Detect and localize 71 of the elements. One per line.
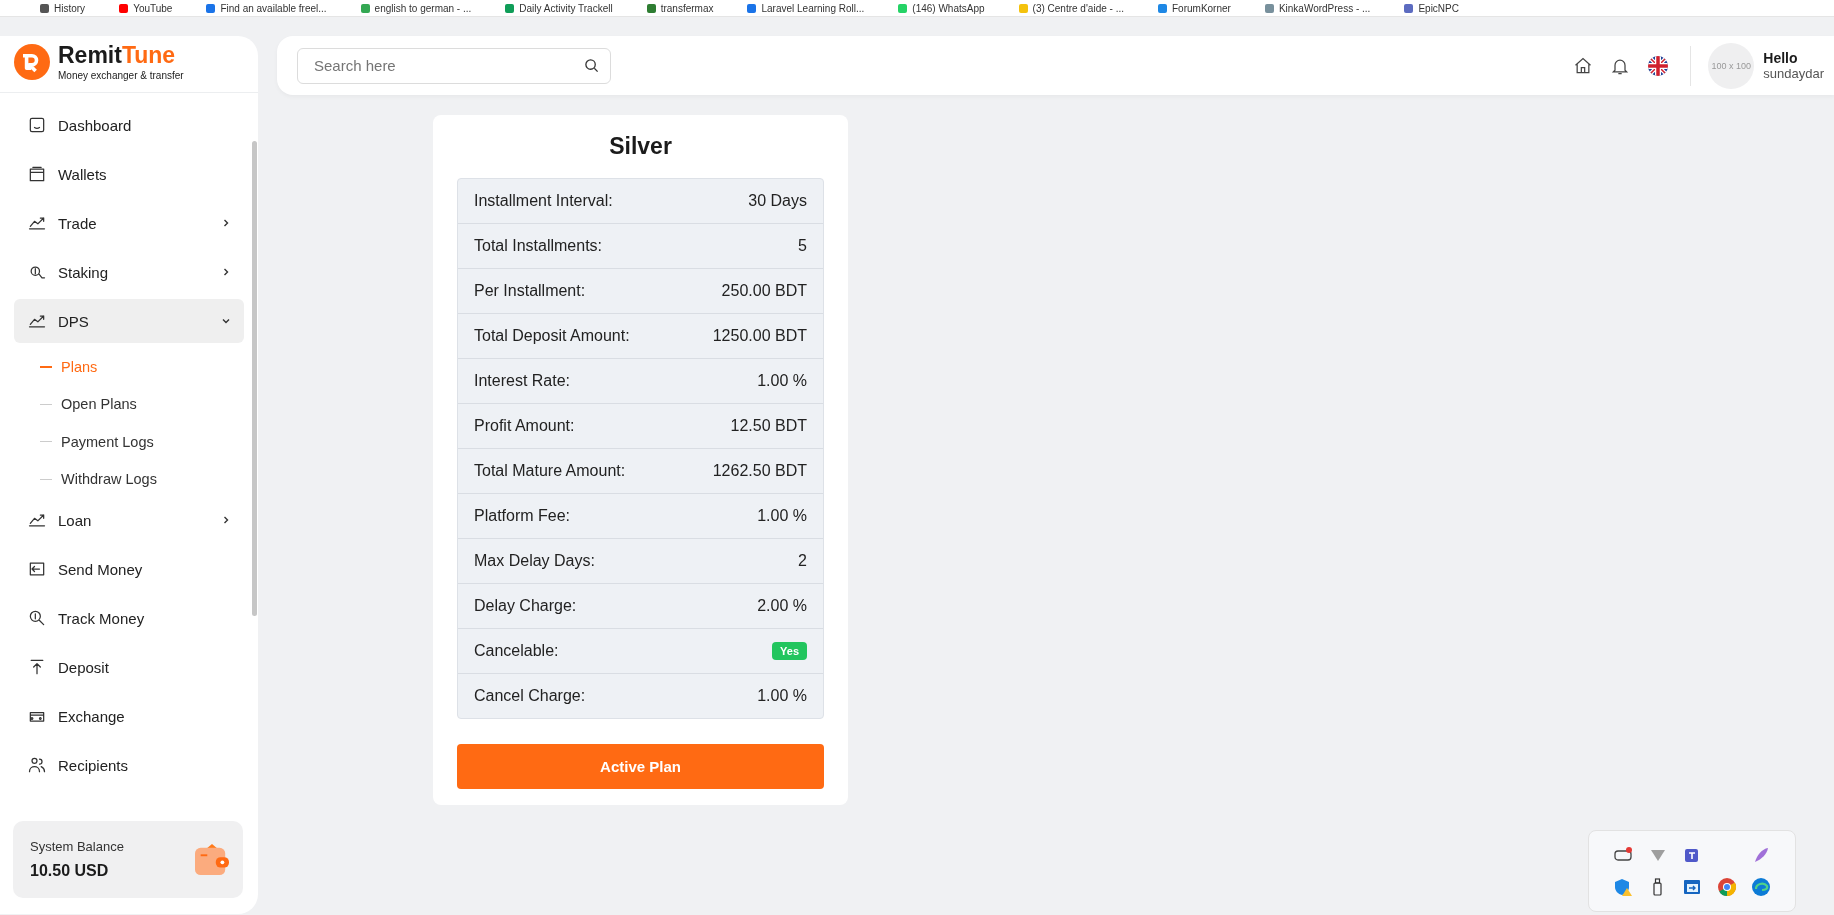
row-label: Total Installments: (474, 237, 603, 255)
menu-item-icon (27, 608, 47, 628)
menu-item-icon (27, 755, 47, 775)
flag-icon[interactable] (1647, 54, 1670, 77)
bookmark-link[interactable]: KinkaWordPress - ... (1264, 2, 1371, 14)
bookmark-link[interactable]: ForumKorner (1158, 2, 1231, 14)
row-value: 30 Days (748, 192, 807, 210)
sidebar-item[interactable]: Track Money (14, 596, 244, 640)
scrollbar[interactable] (252, 141, 257, 616)
row-value: 12.50 BDT (730, 417, 807, 435)
bookmark-link[interactable]: english to german - ... (360, 2, 472, 14)
row-label: Interest Rate: (474, 372, 571, 390)
row-value: 1250.00 BDT (712, 327, 807, 345)
row-label: Profit Amount: (474, 417, 575, 435)
submenu-item[interactable]: Withdraw Logs (14, 460, 244, 498)
row-label: Platform Fee: (474, 507, 571, 525)
row-value: 250.00 BDT (721, 282, 807, 300)
row-label: Installment Interval: (474, 192, 613, 210)
row-label: Cancelable: (474, 642, 559, 660)
brand-name: RemitTune (58, 43, 177, 67)
balance-amount: 10.50 USD (30, 862, 110, 880)
bookmark-link[interactable]: EpicNPC (1404, 2, 1459, 14)
submenu-item[interactable]: Payment Logs (14, 423, 244, 461)
sidebar-item[interactable]: Exchange (14, 694, 244, 738)
menu-item-icon (27, 164, 47, 184)
chrome-icon[interactable] (1716, 877, 1737, 897)
bookmark-link[interactable]: YouTube (119, 2, 173, 14)
row-label: Cancel Charge: (474, 687, 586, 705)
bookmark-link[interactable]: Find an available freel... (206, 2, 327, 14)
bookmark-link[interactable]: Daily Activity Trackell (505, 2, 613, 14)
plan-title: Silver (608, 133, 673, 160)
row-label: Delay Charge: (474, 597, 577, 615)
status-badge: Yes (772, 642, 807, 660)
row-label: Total Mature Amount: (474, 462, 626, 480)
wallet-icon (193, 842, 231, 877)
row-label: Per Installment: (474, 282, 586, 300)
bookmark-link[interactable]: History (40, 2, 86, 14)
row-value: 5 (798, 237, 807, 255)
search-icon[interactable] (584, 57, 599, 73)
username: sundaydar (1763, 66, 1824, 81)
bookmark-link[interactable]: (3) Centre d'aide - ... (1018, 2, 1124, 14)
submenu-item[interactable]: Open Plans (14, 385, 244, 423)
row-value: 1.00 % (757, 687, 807, 705)
edge-icon[interactable] (1751, 877, 1771, 897)
sidebar-item[interactable]: Loan (14, 498, 244, 542)
row-label: Max Delay Days: (474, 552, 595, 570)
row-value: 2 (798, 552, 807, 570)
sidebar-item[interactable]: Staking (14, 250, 244, 294)
bookmark-link[interactable]: transfermax (646, 2, 714, 14)
brand-tagline: Money exchanger & transfer (58, 69, 184, 81)
row-value: 2.00 % (757, 597, 807, 615)
sidebar-item[interactable]: Send Money (14, 547, 244, 591)
row-value: 1.00 % (757, 507, 807, 525)
menu-item-icon (27, 115, 47, 135)
sidebar-item[interactable]: Trade (14, 201, 244, 245)
sidebar-item[interactable]: Wallets (14, 152, 244, 196)
sidebar-item[interactable]: Deposit (14, 645, 244, 689)
row-value: 1262.50 BDT (712, 462, 807, 480)
greeting: Hello (1763, 50, 1799, 66)
search-field[interactable]: Search here (297, 47, 611, 84)
home-icon[interactable] (1573, 55, 1594, 76)
row-value: 1.00 % (757, 372, 807, 390)
sidebar-item[interactable]: DPS (14, 299, 244, 343)
bookmark-link[interactable]: Laravel Learning Roll... (747, 2, 865, 14)
logo-icon (14, 44, 50, 80)
row-label: Total Deposit Amount: (474, 327, 630, 345)
bookmark-link[interactable]: (146) WhatsApp (898, 2, 985, 14)
sidebar-item[interactable]: Recipients (14, 743, 244, 787)
sidebar-item[interactable]: Dashboard (14, 103, 244, 147)
balance-label: System Balance (30, 839, 124, 854)
shield-warning-icon[interactable] (1613, 877, 1633, 897)
